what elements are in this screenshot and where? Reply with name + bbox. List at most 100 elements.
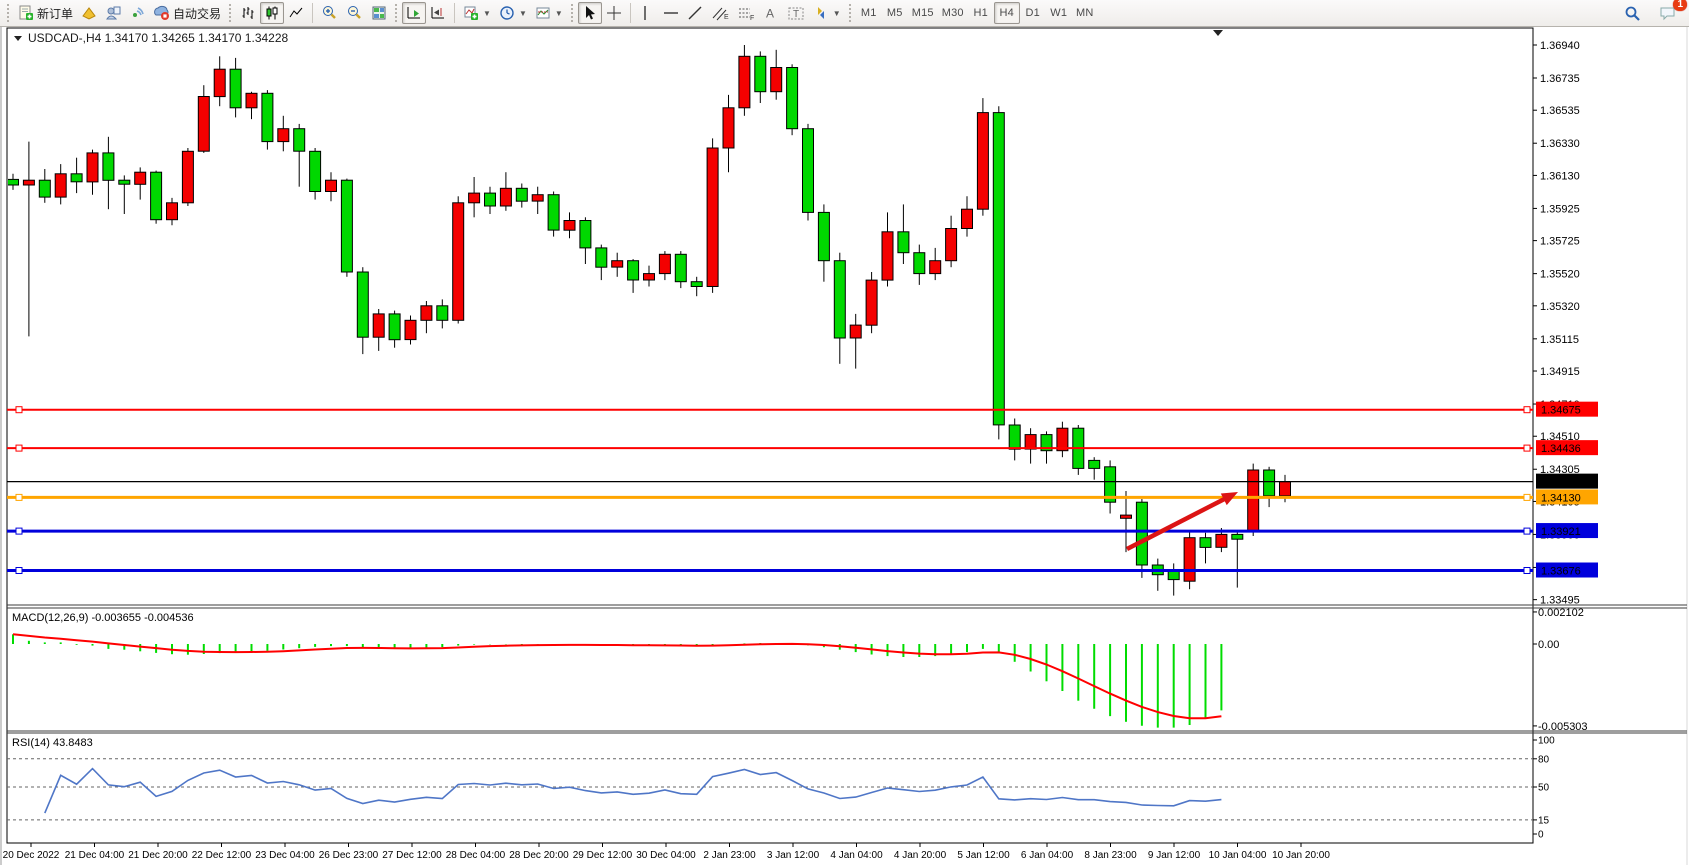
rsi-label: RSI(14) 43.8483 bbox=[12, 737, 93, 749]
fibonacci-button[interactable]: F bbox=[733, 2, 759, 24]
timeframe-button-m1[interactable]: M1 bbox=[856, 2, 882, 24]
candle-body bbox=[548, 195, 559, 230]
candle-body bbox=[707, 148, 718, 287]
candle-body bbox=[1025, 435, 1036, 450]
main-toolbar: 新订单 自动交易 bbox=[0, 0, 1689, 27]
bar-chart-icon bbox=[240, 5, 256, 21]
chat-button[interactable]: 1 bbox=[1655, 2, 1681, 24]
timeframe-button-h1[interactable]: H1 bbox=[968, 2, 994, 24]
arrows-button[interactable]: ▼ bbox=[809, 2, 845, 24]
toolbar-grip[interactable] bbox=[570, 3, 575, 23]
hline-handle[interactable] bbox=[1524, 445, 1530, 451]
metaeditor-button[interactable] bbox=[77, 2, 101, 24]
trendline-button[interactable] bbox=[683, 2, 707, 24]
line-chart-button[interactable] bbox=[284, 2, 308, 24]
equidistant-channel-button[interactable]: E bbox=[707, 2, 733, 24]
zoom-in-icon bbox=[321, 5, 338, 21]
crosshair-icon bbox=[606, 5, 622, 21]
timeframe-label: H1 bbox=[973, 7, 987, 19]
hline-handle[interactable] bbox=[1524, 528, 1530, 534]
new-order-button[interactable]: 新订单 bbox=[14, 2, 77, 24]
timeframe-button-h4[interactable]: H4 bbox=[994, 2, 1020, 24]
cursor-button[interactable] bbox=[578, 2, 602, 24]
toolbar-grip[interactable] bbox=[6, 3, 11, 23]
candle-body bbox=[803, 129, 814, 213]
candle-body bbox=[87, 153, 98, 182]
signals-button[interactable] bbox=[125, 2, 149, 24]
auto-scroll-button[interactable] bbox=[402, 2, 426, 24]
price-tick-label: 1.36330 bbox=[1540, 138, 1580, 150]
candle-body bbox=[930, 261, 941, 274]
chevron-down-icon: ▼ bbox=[483, 9, 491, 18]
price-badge-label: 1.33676 bbox=[1541, 566, 1581, 578]
chart-canvas[interactable]: 1.369401.367351.365351.363301.361301.359… bbox=[0, 0, 1689, 865]
tile-windows-button[interactable] bbox=[367, 2, 391, 24]
candle-body bbox=[262, 93, 273, 141]
candle-body bbox=[119, 180, 130, 184]
timeframe-button-d1[interactable]: D1 bbox=[1020, 2, 1046, 24]
tile-windows-icon bbox=[371, 5, 387, 21]
zoom-out-button[interactable] bbox=[342, 2, 367, 24]
time-tick-label: 29 Dec 12:00 bbox=[573, 850, 633, 861]
chart-header-ohlc: USDCAD-,H4 1.34170 1.34265 1.34170 1.342… bbox=[28, 31, 289, 45]
chart-shift-button[interactable] bbox=[426, 2, 450, 24]
candle-body bbox=[962, 209, 973, 228]
text-button[interactable]: A bbox=[759, 2, 783, 24]
candle-body bbox=[1200, 538, 1211, 548]
timeframe-button-m5[interactable]: M5 bbox=[882, 2, 908, 24]
zoom-in-button[interactable] bbox=[317, 2, 342, 24]
time-tick-label: 2 Jan 23:00 bbox=[703, 850, 756, 861]
candle-body bbox=[421, 306, 432, 321]
hline-handle[interactable] bbox=[1524, 494, 1530, 500]
hline-handle[interactable] bbox=[16, 568, 22, 574]
time-tick-label: 10 Jan 20:00 bbox=[1272, 850, 1330, 861]
candle-body bbox=[1089, 460, 1100, 468]
search-button[interactable] bbox=[1620, 2, 1645, 24]
templates-button[interactable]: ▼ bbox=[531, 2, 567, 24]
candle-body bbox=[485, 193, 496, 206]
auto-scroll-icon bbox=[406, 5, 422, 21]
text-label-icon: T bbox=[787, 5, 805, 21]
candle-body bbox=[373, 314, 384, 337]
timeframe-label: M1 bbox=[861, 7, 877, 19]
timeframe-button-m30[interactable]: M30 bbox=[938, 2, 968, 24]
candle-body bbox=[977, 113, 988, 210]
vertical-line-button[interactable] bbox=[635, 2, 659, 24]
price-tick-label: 1.36940 bbox=[1540, 40, 1580, 52]
indicators-button[interactable]: ▼ bbox=[459, 2, 495, 24]
hline-handle[interactable] bbox=[16, 494, 22, 500]
price-badge-label: 1.34228 bbox=[1541, 477, 1581, 489]
search-icon bbox=[1624, 5, 1641, 22]
crosshair-button[interactable] bbox=[602, 2, 626, 24]
text-label-button[interactable]: T bbox=[783, 2, 809, 24]
candle-body bbox=[1248, 470, 1259, 531]
hline-handle[interactable] bbox=[1524, 407, 1530, 413]
periods-button[interactable]: ▼ bbox=[495, 2, 531, 24]
candle-body bbox=[39, 180, 50, 197]
new-order-icon bbox=[18, 5, 34, 21]
candle-body bbox=[23, 180, 34, 185]
toolbar-grip[interactable] bbox=[394, 3, 399, 23]
hline-handle[interactable] bbox=[16, 445, 22, 451]
timeframe-button-m15[interactable]: M15 bbox=[908, 2, 938, 24]
candlestick-chart-button[interactable] bbox=[260, 2, 284, 24]
toolbar-grip[interactable] bbox=[848, 3, 853, 23]
timeframe-button-mn[interactable]: MN bbox=[1072, 2, 1098, 24]
candle-body bbox=[167, 203, 178, 220]
autotrading-button[interactable]: 自动交易 bbox=[149, 2, 225, 24]
candle-body bbox=[230, 69, 241, 108]
hline-handle[interactable] bbox=[1524, 568, 1530, 574]
terminal-button[interactable] bbox=[101, 2, 125, 24]
time-tick-label: 21 Dec 20:00 bbox=[128, 850, 188, 861]
horizontal-line-button[interactable] bbox=[659, 2, 683, 24]
candle-body bbox=[1216, 534, 1227, 547]
chart-shift-icon bbox=[430, 5, 446, 21]
macd-axis-label: -0.005303 bbox=[1538, 721, 1588, 733]
hline-handle[interactable] bbox=[16, 528, 22, 534]
timeframe-button-w1[interactable]: W1 bbox=[1046, 2, 1072, 24]
bar-chart-button[interactable] bbox=[236, 2, 260, 24]
candle-body bbox=[755, 56, 766, 91]
hline-handle[interactable] bbox=[16, 407, 22, 413]
toolbar-grip[interactable] bbox=[228, 3, 233, 23]
time-tick-label: 28 Dec 04:00 bbox=[446, 850, 506, 861]
